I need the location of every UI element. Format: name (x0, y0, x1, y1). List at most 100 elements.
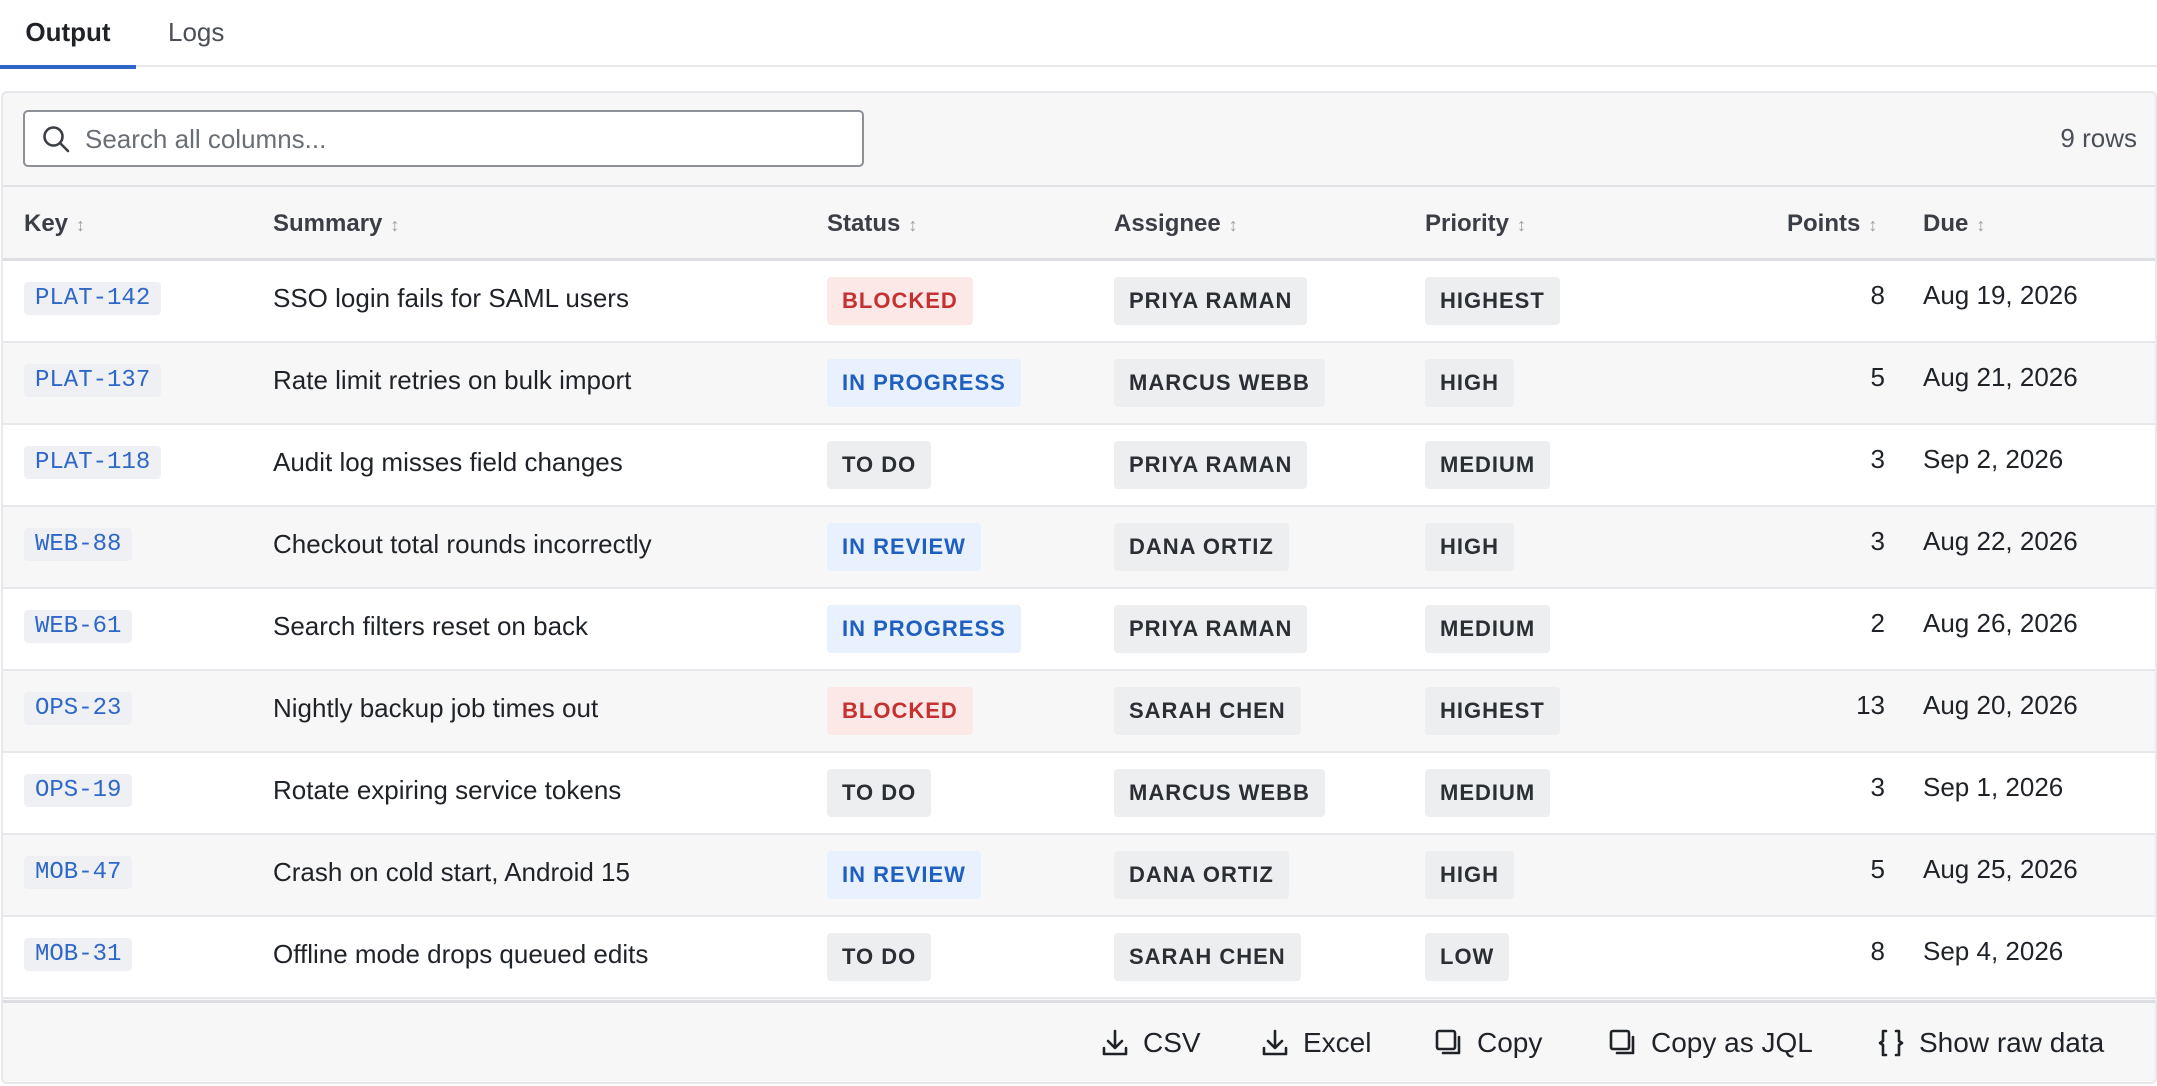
copy-button[interactable]: Copy (1433, 1003, 1542, 1082)
status-badge: IN REVIEW (827, 523, 981, 571)
column-header-due[interactable]: Due ↕ (1923, 187, 1985, 260)
issue-key-link[interactable]: WEB-61 (24, 609, 133, 643)
table-row[interactable]: OPS-23 Nightly backup job times out BLOCKE… (3, 671, 2155, 753)
due-cell: Aug 21, 2026 (1923, 361, 2078, 392)
summary-cell: Rotate expiring service tokens (273, 753, 621, 833)
status-badge: TO DO (827, 933, 932, 981)
results-table: Key ↕ Summary ↕ Status ↕ Assignee ↕ Priority… (3, 185, 2155, 999)
sort-icon: ↕ (76, 215, 86, 235)
priority-cell: MEDIUM (1425, 753, 1551, 833)
summary-cell: Nightly backup job times out (273, 671, 598, 751)
assignee-badge: SARAH CHEN (1114, 933, 1301, 981)
output-panel: 9 rows Key↕ Summary↕ Status↕ Assignee↕ P… (1, 91, 2157, 1084)
points-cell: 5 (1870, 853, 1885, 884)
row-count: 9 rows (2060, 123, 2137, 153)
braces-icon (1878, 1029, 1904, 1056)
issue-key-link[interactable]: PLAT-137 (24, 363, 162, 397)
priority-badge: HIGH (1425, 851, 1514, 899)
priority-cell: HIGHEST (1425, 671, 1560, 751)
issue-key-link[interactable]: OPS-19 (24, 773, 133, 807)
summary-text: Crash on cold start, Android 15 (273, 856, 630, 887)
priority-badge: MEDIUM (1425, 605, 1551, 653)
key-cell: OPS-19 (24, 753, 133, 833)
assignee-cell: PRIYA RAMAN (1114, 261, 1308, 341)
assignee-badge: PRIYA RAMAN (1114, 605, 1308, 653)
assignee-cell: SARAH CHEN (1114, 671, 1301, 751)
due-cell: Sep 2, 2026 (1923, 443, 2064, 474)
issue-key-link[interactable]: MOB-31 (24, 937, 133, 971)
show-raw-data-button[interactable]: Show raw data (1875, 1003, 2104, 1082)
sort-icon: ↕ (1976, 215, 1986, 235)
table-row[interactable]: PLAT-142 SSO login fails for SAML users BL… (3, 261, 2155, 343)
status-cell: IN PROGRESS (827, 343, 1021, 423)
column-header-priority[interactable]: Priority ↕ (1425, 187, 1526, 260)
due-cell: Aug 26, 2026 (1923, 607, 2078, 638)
priority-badge: LOW (1425, 933, 1510, 981)
issue-key-link[interactable]: OPS-23 (24, 691, 133, 725)
column-header-summary[interactable]: Summary ↕ (273, 187, 399, 260)
issue-key-link[interactable]: PLAT-142 (24, 281, 162, 315)
column-header-status[interactable]: Status ↕ (827, 187, 917, 260)
table-body: PLAT-142 SSO login fails for SAML users BL… (3, 261, 2155, 999)
key-cell: PLAT-142 (24, 261, 162, 341)
summary-text: Offline mode drops queued edits (273, 938, 649, 969)
points-cell: 3 (1870, 771, 1885, 802)
assignee-cell: SARAH CHEN (1114, 917, 1301, 997)
status-cell: IN PROGRESS (827, 589, 1021, 669)
copy-icon (1609, 1029, 1635, 1054)
issue-key-link[interactable]: MOB-47 (24, 855, 133, 889)
summary-cell: Search filters reset on back (273, 589, 588, 669)
key-cell: WEB-61 (24, 589, 133, 669)
due-cell: Sep 4, 2026 (1923, 935, 2064, 966)
search-input[interactable] (85, 116, 845, 162)
priority-cell: LOW (1425, 917, 1510, 997)
issue-key-link[interactable]: PLAT-118 (24, 445, 162, 479)
column-header-key[interactable]: Key ↕ (24, 187, 85, 260)
priority-cell: MEDIUM (1425, 425, 1551, 505)
table-row[interactable]: PLAT-137 Rate limit retries on bulk impor… (3, 343, 2155, 425)
summary-text: Checkout total rounds incorrectly (273, 528, 652, 559)
table-row[interactable]: WEB-88 Checkout total rounds incorrectly I… (3, 507, 2155, 589)
key-cell: PLAT-118 (24, 425, 162, 505)
table-row[interactable]: PLAT-118 Audit log misses field changes TO… (3, 425, 2155, 507)
points-cell: 5 (1870, 361, 1885, 392)
tab-output[interactable]: Output (0, 0, 136, 69)
priority-badge: HIGH (1425, 359, 1514, 407)
table-row[interactable]: WEB-61 Search filters reset on back IN PRO… (3, 589, 2155, 671)
column-header-assignee[interactable]: Assignee ↕ (1114, 187, 1238, 260)
table-row[interactable]: MOB-47 Crash on cold start, Android 15 IN … (3, 835, 2155, 917)
status-badge: IN PROGRESS (827, 359, 1021, 407)
tab-bar: Output Logs (0, 0, 2157, 69)
status-badge: BLOCKED (827, 277, 973, 325)
status-badge: IN REVIEW (827, 851, 981, 899)
assignee-cell: DANA ORTIZ (1114, 507, 1289, 587)
priority-cell: MEDIUM (1425, 589, 1551, 669)
sort-icon: ↕ (1228, 215, 1238, 235)
download-csv-button[interactable]: CSV (1099, 1003, 1201, 1082)
due-cell: Sep 1, 2026 (1923, 771, 2064, 802)
assignee-badge: SARAH CHEN (1114, 687, 1301, 735)
sort-icon: ↕ (1868, 215, 1878, 235)
download-excel-button[interactable]: Excel (1259, 1003, 1371, 1082)
table-row[interactable]: MOB-31 Offline mode drops queued edits TO … (3, 917, 2155, 999)
download-icon (1102, 1029, 1128, 1055)
summary-cell: Offline mode drops queued edits (273, 917, 648, 997)
assignee-cell: MARCUS WEBB (1114, 753, 1325, 833)
points-cell: 3 (1870, 525, 1885, 556)
tab-logs[interactable]: Logs (168, 0, 224, 67)
column-header-points[interactable]: Points ↕ (1787, 187, 1877, 260)
search-box[interactable] (23, 110, 864, 167)
priority-cell: HIGHEST (1425, 261, 1560, 341)
due-cell: Aug 20, 2026 (1923, 689, 2078, 720)
issue-key-link[interactable]: WEB-88 (24, 527, 133, 561)
copy-as-jql-button[interactable]: Copy as JQL (1607, 1003, 1813, 1082)
assignee-cell: PRIYA RAMAN (1114, 425, 1308, 505)
points-cell: 3 (1870, 443, 1885, 474)
assignee-cell: DANA ORTIZ (1114, 835, 1289, 915)
key-cell: MOB-31 (24, 917, 133, 997)
assignee-badge: DANA ORTIZ (1114, 851, 1289, 899)
status-badge: BLOCKED (827, 687, 973, 735)
assignee-cell: MARCUS WEBB (1114, 343, 1325, 423)
table-row[interactable]: OPS-19 Rotate expiring service tokens TO D… (3, 753, 2155, 835)
status-cell: BLOCKED (827, 671, 973, 751)
